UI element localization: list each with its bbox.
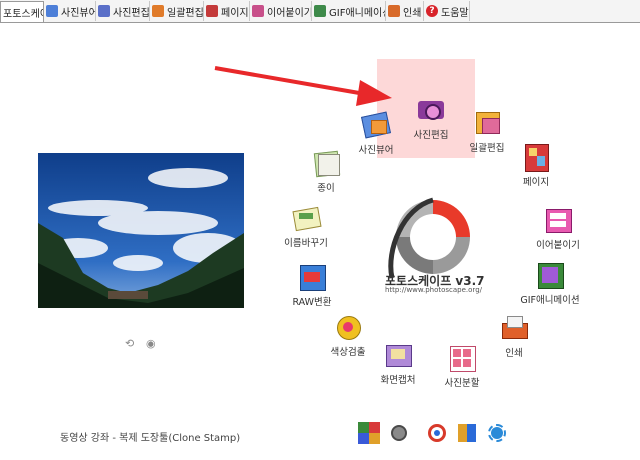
menu-splitter-label: 사진분할 (444, 378, 480, 389)
menu-page[interactable]: 페이지 (498, 142, 574, 188)
menu-combine-label: 이어붙이기 (536, 240, 580, 251)
settings-icon[interactable] (388, 422, 410, 444)
page-icon (521, 142, 551, 172)
menu-screen-capture-label: 화면캡처 (380, 375, 416, 386)
color-picker-icon (333, 312, 363, 342)
brightness-icon[interactable] (486, 422, 508, 444)
menu-gif-label: GIF애니메이션 (520, 295, 580, 306)
combine-icon (543, 205, 573, 235)
batch-icon (472, 108, 502, 138)
menu-raw-label: RAW변환 (292, 297, 332, 308)
filter-icon[interactable] (456, 422, 478, 444)
raw-icon (297, 262, 327, 292)
language-icon[interactable] (358, 422, 380, 444)
menu-page-label: 페이지 (522, 177, 550, 188)
printer-icon (499, 313, 529, 343)
menu-paper[interactable]: 종이 (288, 148, 364, 194)
menu-combine[interactable]: 이어붙이기 (520, 205, 596, 251)
menu-gif[interactable]: GIF애니메이션 (512, 260, 588, 306)
menu-rename-label: 이름바꾸기 (284, 238, 328, 249)
screen-capture-icon (383, 340, 413, 370)
viewer-icon (360, 110, 392, 140)
splitter-icon (447, 343, 477, 373)
menu-paper-label: 종이 (317, 183, 335, 194)
gif-icon (535, 260, 565, 290)
menu-rename[interactable]: 이름바꾸기 (268, 203, 344, 249)
menu-print-label: 인쇄 (505, 348, 523, 359)
brand-url[interactable]: http://www.photoscape.org/ (385, 286, 482, 294)
camera-icon (416, 95, 446, 125)
menu-raw[interactable]: RAW변환 (274, 262, 350, 308)
menu-splitter[interactable]: 사진분할 (424, 343, 500, 389)
face-search-icon[interactable] (426, 422, 448, 444)
rename-icon (291, 203, 322, 233)
menu-editor-label: 사진편집 (413, 130, 449, 141)
paper-icon (311, 148, 341, 178)
